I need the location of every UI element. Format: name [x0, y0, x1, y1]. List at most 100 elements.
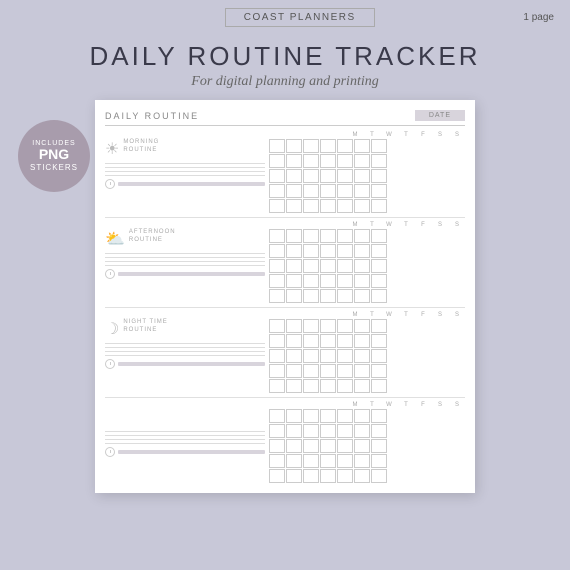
checkbox-cell[interactable] — [354, 259, 370, 273]
checkbox-cell[interactable] — [371, 334, 387, 348]
checkbox-cell[interactable] — [286, 319, 302, 333]
checkbox-cell[interactable] — [337, 334, 353, 348]
checkbox-cell[interactable] — [303, 154, 319, 168]
checkbox-cell[interactable] — [303, 334, 319, 348]
checkbox-cell[interactable] — [303, 469, 319, 483]
checkbox-cell[interactable] — [337, 229, 353, 243]
checkbox-cell[interactable] — [354, 334, 370, 348]
checkbox-cell[interactable] — [371, 154, 387, 168]
checkbox-cell[interactable] — [286, 364, 302, 378]
checkbox-cell[interactable] — [286, 379, 302, 393]
checkbox-cell[interactable] — [269, 409, 285, 423]
checkbox-cell[interactable] — [303, 184, 319, 198]
checkbox-cell[interactable] — [320, 154, 336, 168]
checkbox-cell[interactable] — [286, 139, 302, 153]
checkbox-cell[interactable] — [303, 229, 319, 243]
checkbox-cell[interactable] — [371, 184, 387, 198]
checkbox-cell[interactable] — [320, 199, 336, 213]
checkbox-cell[interactable] — [269, 229, 285, 243]
checkbox-cell[interactable] — [337, 289, 353, 303]
checkbox-cell[interactable] — [320, 439, 336, 453]
checkbox-cell[interactable] — [286, 349, 302, 363]
checkbox-cell[interactable] — [286, 244, 302, 258]
checkbox-cell[interactable] — [303, 409, 319, 423]
checkbox-cell[interactable] — [286, 409, 302, 423]
checkbox-cell[interactable] — [354, 439, 370, 453]
checkbox-cell[interactable] — [286, 289, 302, 303]
checkbox-cell[interactable] — [337, 439, 353, 453]
checkbox-cell[interactable] — [286, 259, 302, 273]
checkbox-cell[interactable] — [354, 199, 370, 213]
checkbox-cell[interactable] — [320, 454, 336, 468]
checkbox-cell[interactable] — [269, 454, 285, 468]
checkbox-cell[interactable] — [320, 229, 336, 243]
checkbox-cell[interactable] — [303, 274, 319, 288]
checkbox-cell[interactable] — [303, 424, 319, 438]
checkbox-cell[interactable] — [320, 169, 336, 183]
checkbox-cell[interactable] — [269, 424, 285, 438]
checkbox-cell[interactable] — [320, 364, 336, 378]
checkbox-cell[interactable] — [320, 349, 336, 363]
checkbox-cell[interactable] — [269, 289, 285, 303]
checkbox-cell[interactable] — [337, 184, 353, 198]
checkbox-cell[interactable] — [371, 289, 387, 303]
checkbox-cell[interactable] — [337, 139, 353, 153]
checkbox-cell[interactable] — [303, 199, 319, 213]
checkbox-cell[interactable] — [320, 289, 336, 303]
checkbox-cell[interactable] — [269, 259, 285, 273]
checkbox-cell[interactable] — [354, 184, 370, 198]
checkbox-cell[interactable] — [320, 379, 336, 393]
checkbox-cell[interactable] — [337, 349, 353, 363]
checkbox-cell[interactable] — [320, 409, 336, 423]
checkbox-cell[interactable] — [354, 229, 370, 243]
checkbox-cell[interactable] — [371, 259, 387, 273]
checkbox-cell[interactable] — [371, 169, 387, 183]
checkbox-cell[interactable] — [320, 319, 336, 333]
checkbox-cell[interactable] — [337, 409, 353, 423]
checkbox-cell[interactable] — [286, 454, 302, 468]
checkbox-cell[interactable] — [371, 274, 387, 288]
checkbox-cell[interactable] — [286, 184, 302, 198]
checkbox-cell[interactable] — [354, 454, 370, 468]
checkbox-cell[interactable] — [371, 379, 387, 393]
checkbox-cell[interactable] — [337, 424, 353, 438]
checkbox-cell[interactable] — [371, 244, 387, 258]
checkbox-cell[interactable] — [354, 364, 370, 378]
checkbox-cell[interactable] — [371, 409, 387, 423]
checkbox-cell[interactable] — [269, 139, 285, 153]
checkbox-cell[interactable] — [337, 274, 353, 288]
checkbox-cell[interactable] — [354, 379, 370, 393]
checkbox-cell[interactable] — [354, 289, 370, 303]
checkbox-cell[interactable] — [337, 199, 353, 213]
checkbox-cell[interactable] — [269, 154, 285, 168]
checkbox-cell[interactable] — [354, 169, 370, 183]
checkbox-cell[interactable] — [269, 334, 285, 348]
checkbox-cell[interactable] — [303, 289, 319, 303]
checkbox-cell[interactable] — [354, 409, 370, 423]
checkbox-cell[interactable] — [269, 319, 285, 333]
checkbox-cell[interactable] — [303, 169, 319, 183]
checkbox-cell[interactable] — [303, 139, 319, 153]
checkbox-cell[interactable] — [286, 229, 302, 243]
checkbox-cell[interactable] — [286, 439, 302, 453]
checkbox-cell[interactable] — [354, 469, 370, 483]
checkbox-cell[interactable] — [320, 259, 336, 273]
checkbox-cell[interactable] — [337, 244, 353, 258]
checkbox-cell[interactable] — [371, 139, 387, 153]
checkbox-cell[interactable] — [269, 244, 285, 258]
checkbox-cell[interactable] — [320, 274, 336, 288]
checkbox-cell[interactable] — [303, 454, 319, 468]
checkbox-cell[interactable] — [303, 439, 319, 453]
checkbox-cell[interactable] — [320, 469, 336, 483]
checkbox-cell[interactable] — [320, 139, 336, 153]
checkbox-cell[interactable] — [303, 259, 319, 273]
checkbox-cell[interactable] — [354, 244, 370, 258]
checkbox-cell[interactable] — [303, 244, 319, 258]
checkbox-cell[interactable] — [269, 379, 285, 393]
checkbox-cell[interactable] — [354, 274, 370, 288]
checkbox-cell[interactable] — [303, 349, 319, 363]
checkbox-cell[interactable] — [337, 379, 353, 393]
checkbox-cell[interactable] — [286, 199, 302, 213]
checkbox-cell[interactable] — [371, 319, 387, 333]
checkbox-cell[interactable] — [286, 424, 302, 438]
